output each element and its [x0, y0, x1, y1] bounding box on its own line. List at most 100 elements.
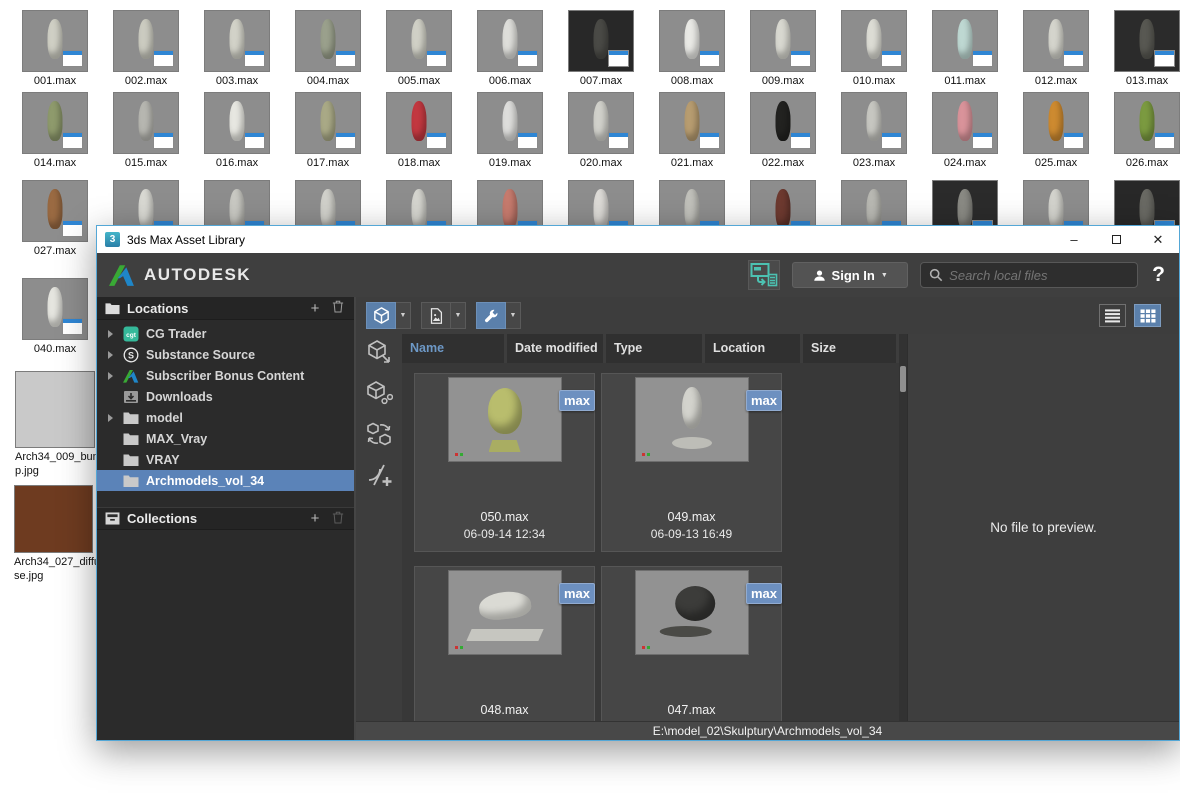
- desktop-file-thumbnail[interactable]: Arch34_009_bump.jpg: [15, 371, 102, 479]
- models-filter-dropdown[interactable]: ▼: [396, 302, 411, 329]
- expand-arrow-icon[interactable]: [97, 329, 123, 338]
- search-box[interactable]: [920, 262, 1139, 288]
- help-button[interactable]: ?: [1150, 263, 1167, 287]
- column-header-name[interactable]: Name: [402, 334, 507, 363]
- desktop-file-thumbnail[interactable]: 019.max: [477, 92, 543, 169]
- grid-view-button[interactable]: [1134, 304, 1161, 327]
- add-location-button[interactable]: +: [307, 300, 323, 317]
- xref-model-button[interactable]: [365, 379, 393, 407]
- sidebar-item-subscriber-bonus-content[interactable]: Subscriber Bonus Content: [97, 365, 354, 386]
- desktop-file-thumbnail[interactable]: 022.max: [750, 92, 816, 169]
- desktop-file-thumbnail[interactable]: 004.max: [295, 10, 361, 87]
- desktop-file-thumbnail[interactable]: 002.max: [113, 10, 179, 87]
- desktop-file-thumbnail[interactable]: 018.max: [386, 92, 452, 169]
- file-card-049-max[interactable]: max 049.max 06-09-13 16:49: [601, 373, 782, 552]
- file-card-name: 049.max: [667, 510, 716, 524]
- desktop-file-thumbnail[interactable]: 015.max: [113, 92, 179, 169]
- desktop-file-thumbnail[interactable]: 025.max: [1023, 92, 1089, 169]
- cgtrader-badge-icon: cgt: [123, 326, 139, 342]
- desktop-file-thumbnail[interactable]: 021.max: [659, 92, 725, 169]
- desktop-file-thumbnail[interactable]: 008.max: [659, 10, 725, 87]
- file-thumbnail-image: [113, 10, 179, 72]
- actions-rail: [356, 334, 402, 721]
- file-card-048-max[interactable]: max 048.max: [414, 566, 595, 721]
- file-name-label: 020.max: [579, 157, 623, 169]
- column-header-size[interactable]: Size: [803, 334, 899, 363]
- sidebar-item-vray[interactable]: VRAY: [97, 449, 354, 470]
- models-filter-button[interactable]: [366, 302, 396, 329]
- images-filter-dropdown[interactable]: ▼: [451, 302, 466, 329]
- close-button[interactable]: ✕: [1137, 226, 1179, 253]
- desktop-file-thumbnail[interactable]: 007.max: [568, 10, 634, 87]
- desktop-file-thumbnail[interactable]: 010.max: [841, 10, 907, 87]
- desktop-file-thumbnail[interactable]: 003.max: [204, 10, 270, 87]
- column-header-date-modified[interactable]: Date modified: [507, 334, 606, 363]
- delete-collection-button[interactable]: [330, 510, 346, 528]
- images-filter-button[interactable]: [421, 302, 451, 329]
- sidebar-item-cg-trader[interactable]: cgt CG Trader: [97, 323, 354, 344]
- desktop-file-thumbnail[interactable]: 026.max: [1114, 92, 1180, 169]
- scrollbar-thumb[interactable]: [900, 366, 906, 392]
- desktop-file-thumbnail[interactable]: 016.max: [204, 92, 270, 169]
- add-shape-button[interactable]: [365, 461, 393, 489]
- model-figure: [775, 19, 791, 59]
- sidebar-item-label: VRAY: [146, 452, 180, 467]
- delete-location-button[interactable]: [330, 299, 346, 317]
- model-figure: [866, 19, 882, 59]
- file-name-label: 024.max: [943, 157, 987, 169]
- desktop-file-thumbnail[interactable]: 023.max: [841, 92, 907, 169]
- desktop-file-thumbnail[interactable]: 040.max: [22, 278, 88, 355]
- sign-in-label: Sign In: [831, 267, 875, 283]
- file-card-thumbnail: [447, 377, 562, 462]
- desktop-file-thumbnail[interactable]: 012.max: [1023, 10, 1089, 87]
- send-to-library-button[interactable]: [748, 260, 781, 290]
- desktop-file-thumbnail[interactable]: 006.max: [477, 10, 543, 87]
- sidebar-item-downloads[interactable]: Downloads: [97, 386, 354, 407]
- files-scrollbar[interactable]: [899, 334, 907, 721]
- max-file-overlay-icon: [1063, 50, 1084, 67]
- add-collection-button[interactable]: +: [307, 510, 323, 527]
- model-figure: [477, 589, 532, 622]
- desktop-file-thumbnail[interactable]: Arch34_027_diffuse.jpg: [14, 485, 100, 584]
- search-input[interactable]: [949, 267, 1120, 283]
- maximize-button[interactable]: [1095, 226, 1137, 253]
- substance-source-icon: S: [123, 347, 139, 363]
- locations-label: Locations: [127, 300, 189, 316]
- file-thumbnail-image: [386, 92, 452, 154]
- expand-arrow-icon[interactable]: [97, 413, 123, 422]
- svg-text:cgt: cgt: [126, 331, 137, 338]
- model-figure: [411, 189, 427, 229]
- minimize-button[interactable]: –: [1053, 226, 1095, 253]
- model-figure: [1048, 19, 1064, 59]
- file-card-050-max[interactable]: max 050.max 06-09-14 12:34: [414, 373, 595, 552]
- expand-arrow-icon[interactable]: [97, 350, 123, 359]
- desktop-file-thumbnail[interactable]: 013.max: [1114, 10, 1180, 87]
- desktop-file-thumbnail[interactable]: 014.max: [22, 92, 88, 169]
- tools-filter-dropdown[interactable]: ▼: [506, 302, 521, 329]
- list-view-button[interactable]: [1099, 304, 1126, 327]
- max-file-overlay-icon: [244, 50, 265, 67]
- desktop-file-thumbnail[interactable]: 020.max: [568, 92, 634, 169]
- tools-filter-button[interactable]: [476, 302, 506, 329]
- window-titlebar[interactable]: 3 3ds Max Asset Library – ✕: [97, 226, 1179, 253]
- sidebar-item-substance-source[interactable]: S Substance Source: [97, 344, 354, 365]
- desktop-file-thumbnail[interactable]: 001.max: [22, 10, 88, 87]
- sidebar-item-max-vray[interactable]: MAX_Vray: [97, 428, 354, 449]
- desktop-file-thumbnail[interactable]: 017.max: [295, 92, 361, 169]
- desktop-file-thumbnail[interactable]: 024.max: [932, 92, 998, 169]
- sidebar-item-archmodels-vol-34[interactable]: Archmodels_vol_34: [97, 470, 354, 491]
- column-header-type[interactable]: Type: [606, 334, 705, 363]
- column-header-location[interactable]: Location: [705, 334, 803, 363]
- file-card-047-max[interactable]: max 047.max: [601, 566, 782, 721]
- sidebar-item-label: CG Trader: [146, 326, 207, 341]
- sidebar-item-model[interactable]: model: [97, 407, 354, 428]
- desktop-file-thumbnail[interactable]: 027.max: [22, 180, 88, 257]
- desktop-file-thumbnail[interactable]: 005.max: [386, 10, 452, 87]
- expand-arrow-icon[interactable]: [97, 371, 123, 380]
- asset-library-window: 3 3ds Max Asset Library – ✕ AUTODESK Sig…: [96, 225, 1180, 741]
- merge-model-button[interactable]: [365, 338, 393, 366]
- desktop-file-thumbnail[interactable]: 009.max: [750, 10, 816, 87]
- desktop-file-thumbnail[interactable]: 011.max: [932, 10, 998, 87]
- replace-model-button[interactable]: [365, 420, 393, 448]
- sign-in-button[interactable]: Sign In ▼: [792, 262, 909, 288]
